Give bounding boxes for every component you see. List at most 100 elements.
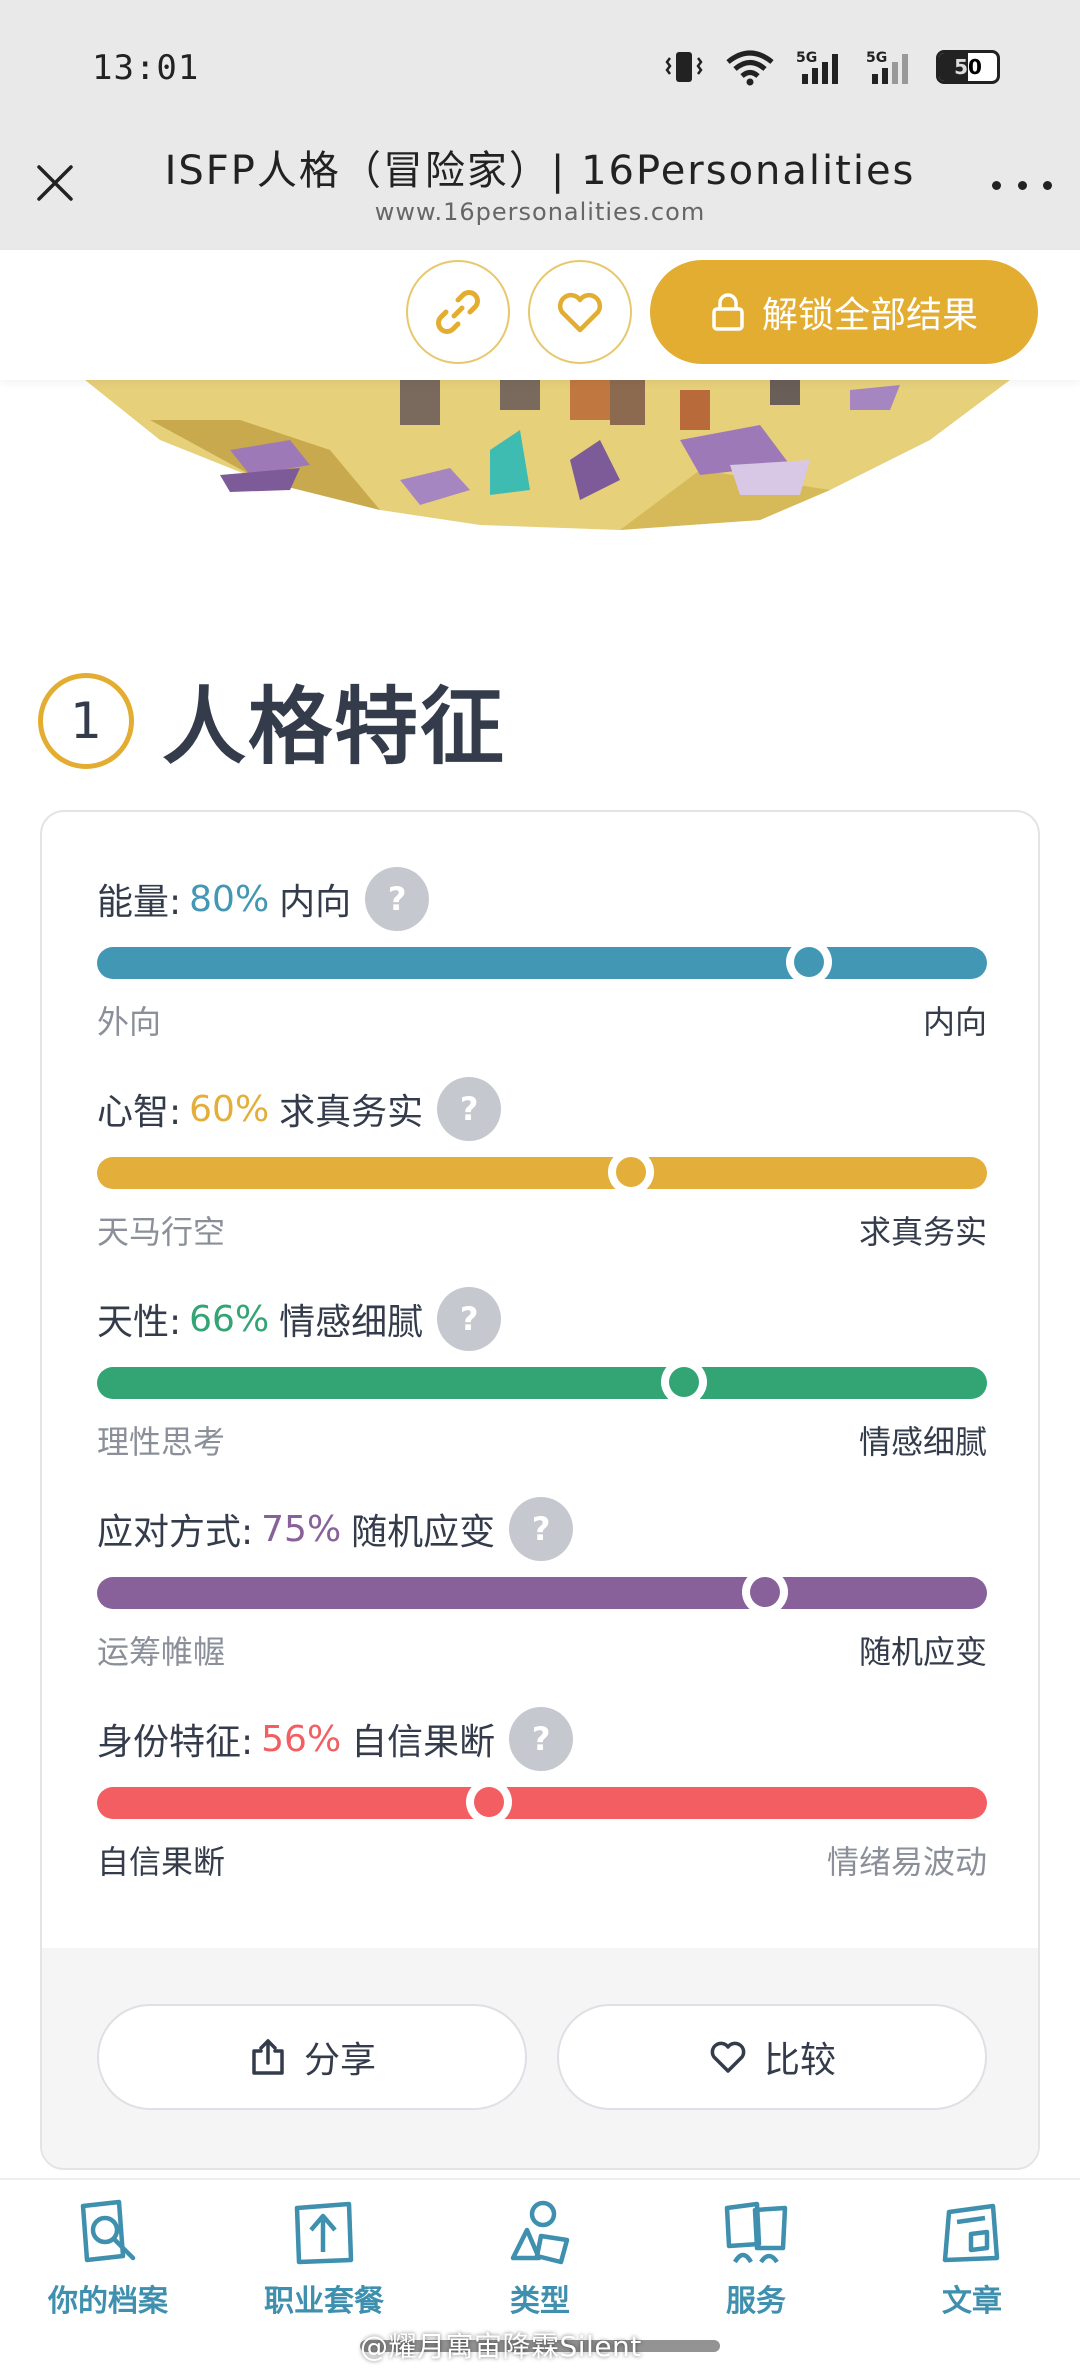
more-dot-icon [992, 180, 1001, 190]
help-button[interactable]: ? [437, 1287, 502, 1351]
heart-icon [710, 2041, 746, 2073]
trait-label: 求真务实 [279, 1092, 424, 1133]
action-bar: 解锁全部结果 [0, 250, 1080, 380]
trait-right-pole: 情绪易波动 [826, 1843, 987, 1881]
trait-right-pole: 随机应变 [858, 1633, 987, 1671]
section-number: 1 [38, 672, 134, 769]
help-button[interactable]: ? [365, 867, 430, 931]
trait-knob [741, 1569, 788, 1615]
more-options-button[interactable] [992, 170, 1052, 200]
trait-left-pole: 运筹帷幄 [97, 1633, 226, 1671]
more-dot-icon [1043, 180, 1052, 190]
trait-name: 应对方式: [97, 1512, 254, 1553]
trait-knob [786, 939, 832, 985]
signal-5g-icon-2: 5G [866, 48, 916, 86]
lock-icon [712, 293, 744, 331]
trait-bar [97, 1779, 987, 1825]
svg-text:5G: 5G [796, 50, 817, 66]
hero-illustration [0, 380, 1080, 540]
close-icon [37, 165, 73, 201]
nav-item-career[interactable]: 职业套餐 [234, 2198, 414, 2320]
share-label: 分享 [303, 2040, 376, 2081]
trait-right-pole: 求真务实 [858, 1213, 987, 1251]
unlock-all-results-button[interactable]: 解锁全部结果 [650, 260, 1038, 364]
nav-label: 服务 [726, 2284, 786, 2319]
trait-left-pole: 外向 [97, 1003, 162, 1041]
svg-text:5G: 5G [866, 50, 887, 66]
trait-knob [465, 1779, 512, 1825]
trait-identity: 身份特征: 56% 自信果断 ? 自信果断 情绪易波动 [97, 1707, 987, 1887]
nav-item-profile[interactable]: 你的档案 [18, 2198, 198, 2320]
compare-button[interactable]: 比较 [557, 2004, 987, 2110]
trait-tactics: 应对方式: 75% 随机应变 ? 运筹帷幄 随机应变 [97, 1497, 987, 1677]
status-bar: 13:01 5G 5G 50 [0, 0, 1080, 130]
compare-label: 比较 [763, 2040, 836, 2081]
trait-right-pole: 内向 [922, 1003, 987, 1041]
profile-search-icon [80, 2199, 136, 2263]
copy-link-button[interactable] [406, 260, 510, 364]
share-button[interactable]: 分享 [97, 2004, 527, 2110]
page-url: www.16personalities.com [374, 198, 706, 226]
trait-left-pole: 理性思考 [97, 1423, 226, 1461]
trait-percent: 60% [189, 1088, 270, 1130]
articles-icon [942, 2203, 1000, 2263]
nav-label: 文章 [942, 2284, 1002, 2319]
card-footer: 分享 比较 [42, 1948, 1038, 2168]
signal-5g-icon: 5G [796, 48, 846, 86]
trait-name: 天性: [97, 1302, 182, 1343]
trait-name: 身份特征: [97, 1722, 254, 1763]
nav-label: 职业套餐 [264, 2284, 384, 2319]
trait-right-pole: 情感细腻 [858, 1423, 987, 1461]
section-title: 人格特征 [162, 678, 507, 776]
trait-label: 随机应变 [351, 1512, 496, 1553]
trait-percent: 66% [189, 1298, 270, 1340]
watermark: @耀月寓宙降霖Silent [360, 2330, 642, 2363]
trait-percent: 80% [189, 878, 270, 920]
unlock-label: 解锁全部结果 [761, 295, 978, 336]
trait-left-pole: 自信果断 [97, 1843, 226, 1881]
trait-bar [97, 1149, 987, 1195]
status-time: 13:01 [92, 48, 200, 88]
trait-knob [608, 1149, 654, 1195]
trait-knob [661, 1359, 708, 1405]
link-icon [436, 290, 480, 334]
heart-icon [557, 292, 603, 333]
battery-icon: 50 [936, 50, 1000, 84]
favorite-button[interactable] [528, 260, 632, 364]
types-shapes-icon [510, 2200, 570, 2265]
trait-name: 心智: [97, 1092, 182, 1133]
page-title: ISFP人格（冒险家）| 16Personalities [164, 148, 916, 194]
services-people-icon [724, 2201, 788, 2264]
help-button[interactable]: ? [509, 1707, 574, 1771]
trait-energy: 能量: 80% 内向 ? 外向 内向 [97, 867, 987, 1047]
close-button[interactable] [30, 158, 80, 208]
help-button[interactable]: ? [509, 1497, 574, 1561]
trait-percent: 56% [261, 1718, 342, 1760]
share-icon [252, 2039, 284, 2075]
help-button[interactable]: ? [437, 1077, 502, 1141]
trait-label: 内向 [279, 882, 352, 923]
trait-bar [97, 939, 987, 985]
trait-name: 能量: [97, 882, 182, 923]
traits-card: 能量: 80% 内向 ? 外向 内向 心智: 60% 求真务实 ? 天马行空 求… [40, 810, 1040, 2170]
trait-nature: 天性: 66% 情感细腻 ? 理性思考 情感细腻 [97, 1287, 987, 1467]
trait-label: 自信果断 [351, 1722, 496, 1763]
nav-item-types[interactable]: 类型 [450, 2198, 630, 2320]
nav-item-articles[interactable]: 文章 [882, 2198, 1062, 2320]
nav-item-services[interactable]: 服务 [666, 2198, 846, 2320]
trait-bar [97, 1359, 987, 1405]
wifi-icon [724, 48, 776, 86]
vibrate-icon [664, 48, 704, 86]
trait-left-pole: 天马行空 [97, 1213, 226, 1251]
browser-title-bar: ISFP人格（冒险家）| 16Personalities www.16perso… [0, 130, 1080, 250]
trait-mind: 心智: 60% 求真务实 ? 天马行空 求真务实 [97, 1077, 987, 1257]
more-dot-icon [1017, 180, 1027, 190]
section-heading: 1 人格特征 [38, 660, 506, 781]
status-icons: 5G 5G 50 [664, 48, 1000, 86]
battery-level: 50 [954, 55, 982, 79]
trait-label: 情感细腻 [279, 1302, 424, 1343]
trait-percent: 75% [261, 1508, 342, 1550]
career-arrow-icon [294, 2201, 354, 2265]
nav-label: 类型 [510, 2284, 570, 2319]
trait-bar [97, 1569, 987, 1615]
